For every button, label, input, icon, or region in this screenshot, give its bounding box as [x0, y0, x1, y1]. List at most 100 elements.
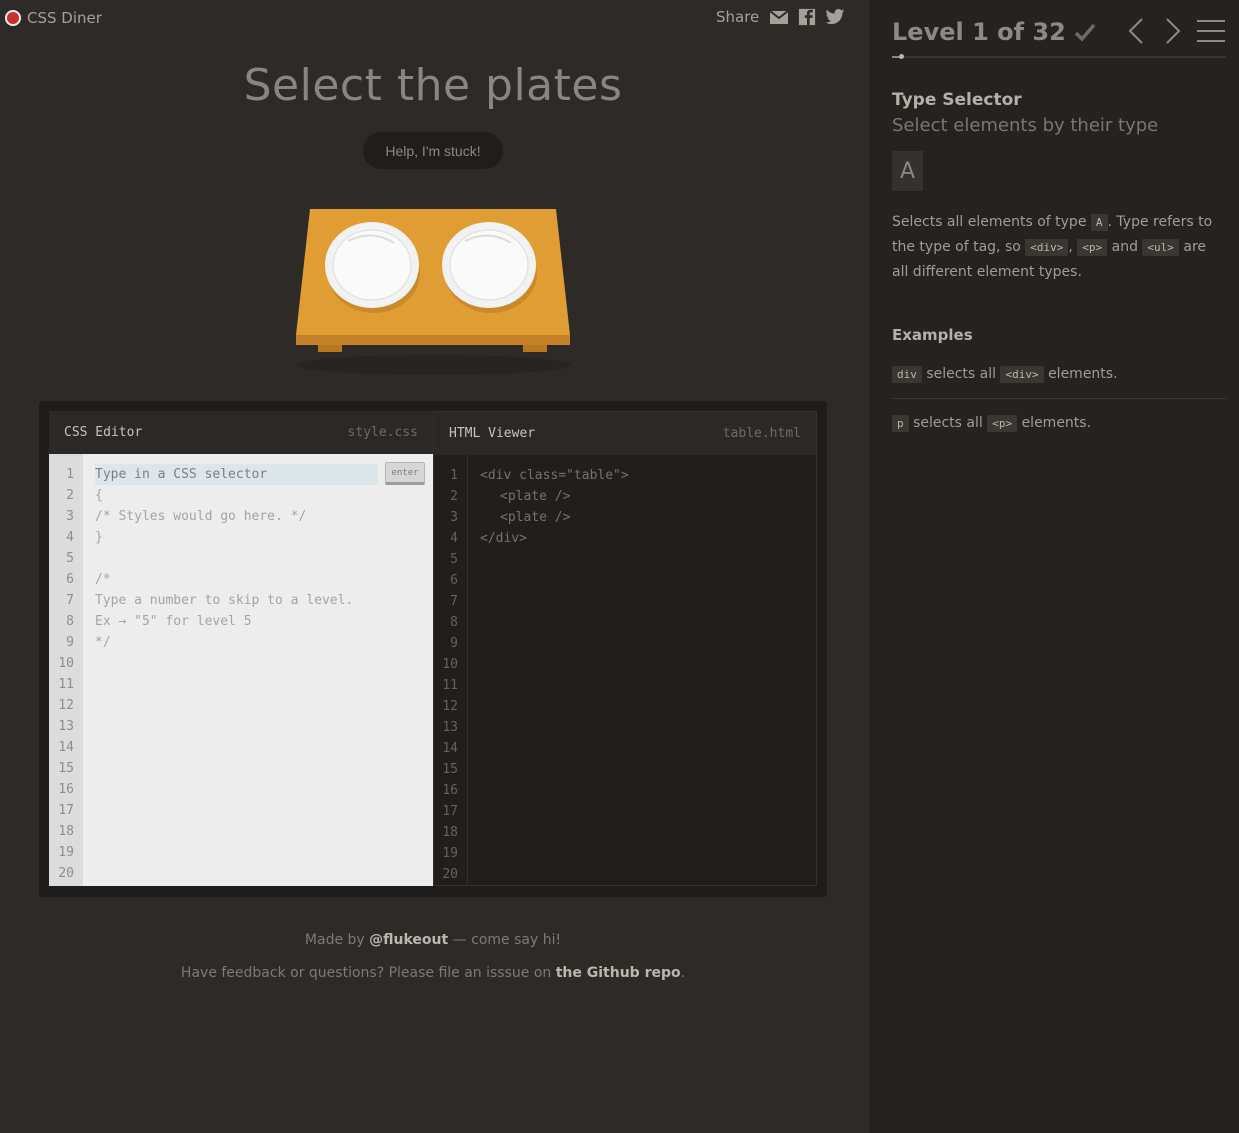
line-number: 13: [442, 720, 458, 735]
line-number: 16: [442, 783, 458, 798]
line-number: 18: [442, 825, 458, 840]
css-editor-header: CSS Editor style.css: [49, 411, 433, 454]
enter-button[interactable]: enter: [385, 462, 425, 485]
line-number: 6: [66, 572, 74, 587]
app-logo[interactable]: CSS Diner: [5, 7, 102, 29]
credit-prefix: Made by: [304, 932, 365, 948]
level-sidebar: Level 1 of 32 Type Selector Select eleme…: [870, 0, 1239, 1133]
line-number: 5: [66, 551, 74, 566]
markup-line: </div>: [480, 531, 527, 546]
example-text: elements.: [1021, 415, 1092, 431]
line-number: 15: [58, 761, 74, 776]
example-item: div selects all <div> elements.: [892, 366, 1226, 399]
line-number: 2: [450, 489, 458, 504]
author-link[interactable]: @flukeout: [369, 932, 448, 948]
mail-icon[interactable]: [769, 8, 789, 26]
next-level-button[interactable]: [1161, 16, 1185, 46]
line-number: 11: [58, 677, 74, 692]
level-header: Level 1 of 32: [892, 18, 1096, 46]
html-viewer-filename: table.html: [722, 426, 801, 441]
line-number: 10: [58, 656, 74, 671]
line-number: 4: [450, 531, 458, 546]
line-number: 4: [66, 530, 74, 545]
line-number: 19: [58, 845, 74, 860]
level-menu-icon[interactable]: [1197, 18, 1225, 44]
line-number: 12: [442, 699, 458, 714]
previous-level-button[interactable]: [1124, 16, 1148, 46]
line-number: 17: [442, 804, 458, 819]
share-label: Share: [716, 8, 760, 26]
line-number: 13: [58, 719, 74, 734]
line-number: 17: [58, 803, 74, 818]
feedback-prefix: Have feedback or questions? Please file …: [180, 965, 552, 981]
markup-line: <plate />: [500, 489, 571, 504]
credit-line: Made by @flukeout — come say hi!: [0, 932, 866, 948]
selector-hint: Selects all elements of type A. Type ref…: [892, 210, 1222, 284]
code-line: */: [95, 635, 111, 650]
progress-marker: [899, 54, 905, 59]
feedback-suffix: .: [680, 965, 686, 981]
line-number: 20: [442, 867, 458, 882]
html-viewer-header: HTML Viewer table.html: [434, 412, 816, 455]
line-number: 1: [66, 467, 74, 482]
facebook-icon[interactable]: [797, 8, 817, 26]
line-number: 11: [442, 678, 458, 693]
hint-text: Selects all elements of type: [892, 214, 1087, 230]
hint-code: <p>: [1077, 239, 1108, 256]
css-selector-input[interactable]: [95, 464, 378, 485]
line-number: 9: [66, 635, 74, 650]
selector-title: Select elements by their type: [892, 115, 1159, 136]
level-progress-bar: [892, 54, 1226, 59]
level-instruction: Select the plates: [243, 60, 623, 111]
code-line: /* Styles would go here. */: [95, 509, 307, 524]
line-number: 16: [58, 782, 74, 797]
line-number: 1: [450, 468, 458, 483]
line-number: 7: [66, 593, 74, 608]
line-number: 9: [450, 636, 458, 651]
selector-syntax: A: [892, 151, 923, 191]
share-bar: Share: [716, 8, 845, 26]
line-number: 15: [442, 762, 458, 777]
line-number: 10: [442, 657, 458, 672]
code-line: Type a number to skip to a level.: [95, 593, 354, 608]
line-number: 14: [442, 741, 458, 756]
hint-code: <div>: [1025, 239, 1069, 256]
examples-heading: Examples: [892, 326, 973, 344]
css-line-numbers: 1 2 3 4 5 6 7 8 9 10 11 12 13 14 15 16 17 18 19 20: [49, 454, 83, 886]
example-text: elements.: [1048, 366, 1118, 382]
markup-line: <plate />: [500, 510, 571, 525]
line-number: 8: [450, 615, 458, 630]
logo-icon: [5, 10, 21, 26]
app-name: CSS Diner: [27, 9, 102, 27]
example-tag: <p>: [987, 415, 1018, 432]
line-number: 7: [450, 594, 458, 609]
github-repo-link[interactable]: the Github repo: [556, 965, 681, 981]
editor-panel: CSS Editor style.css 1 2 3 4 5 6 7 8 9 10 11 12 13 14…: [39, 401, 827, 897]
hint-text: and: [1111, 239, 1138, 255]
html-viewer-title: HTML Viewer: [449, 426, 536, 441]
line-number: 6: [450, 573, 458, 588]
line-number: 12: [58, 698, 74, 713]
line-number: 5: [450, 552, 458, 567]
line-number: 14: [58, 740, 74, 755]
html-markup[interactable]: <div class="table"> <plate /> <plate /> </d…: [480, 465, 810, 549]
css-editor: CSS Editor style.css 1 2 3 4 5 6 7 8 9 10 11 12 13 14…: [49, 411, 433, 886]
credit-suffix: — come say hi!: [452, 932, 562, 948]
line-number: 20: [58, 866, 74, 881]
example-text: selects all: [926, 366, 997, 382]
code-line: {: [95, 488, 103, 503]
twitter-icon[interactable]: [825, 8, 845, 26]
help-button[interactable]: Help, I'm stuck!: [363, 132, 503, 169]
line-number: 3: [66, 509, 74, 524]
example-tag: <div>: [1000, 366, 1044, 383]
